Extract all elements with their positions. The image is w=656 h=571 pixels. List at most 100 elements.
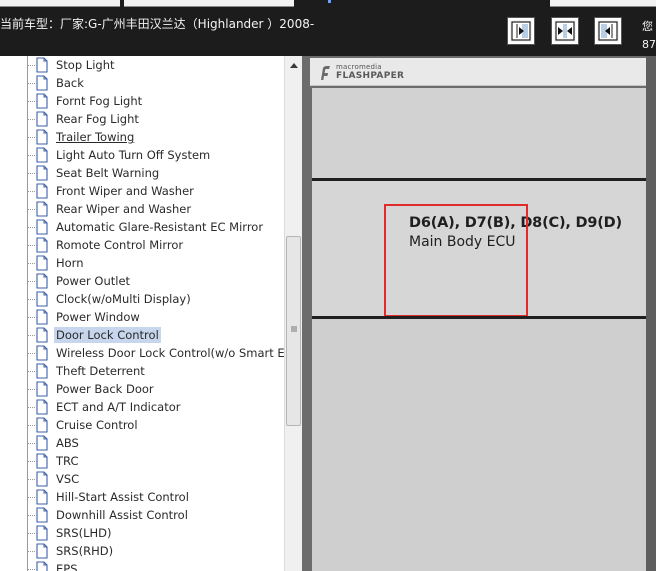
tree-connector — [24, 524, 35, 542]
tree-item-label: Light Auto Turn Off System — [56, 148, 211, 162]
tree-connector — [24, 560, 35, 571]
tree-item-label: ECT and A/T Indicator — [56, 400, 181, 414]
top-tab-2[interactable] — [124, 0, 294, 7]
top-tab-1[interactable] — [0, 0, 120, 7]
tree-item-label: Stop Light — [56, 58, 115, 72]
tree-connector — [24, 308, 35, 326]
tree-connector — [24, 182, 35, 200]
tree-item[interactable]: Romote Control Mirror — [0, 236, 284, 254]
top-tab-3[interactable] — [550, 0, 656, 7]
fit-page-button[interactable] — [551, 17, 579, 45]
tree-item[interactable]: Light Auto Turn Off System — [0, 146, 284, 164]
tree-item[interactable]: SRS(RHD) — [0, 542, 284, 560]
tree-connector — [24, 542, 35, 560]
tree-item[interactable]: Downhill Assist Control — [0, 506, 284, 524]
tree-item-label: Front Wiper and Washer — [56, 184, 194, 198]
tree-item[interactable]: ABS — [0, 434, 284, 452]
tree-item[interactable]: Cruise Control — [0, 416, 284, 434]
tree-item[interactable]: Wireless Door Lock Control(w/o Smart E — [0, 344, 284, 362]
tree-connector — [24, 92, 35, 110]
tree-item[interactable]: Theft Deterrent — [0, 362, 284, 380]
tree-item[interactable]: Rear Wiper and Washer — [0, 200, 284, 218]
tiny-marker — [328, 0, 331, 3]
document-icon — [36, 147, 48, 163]
tree-connector — [24, 470, 35, 488]
tree-item[interactable]: Clock(w/oMulti Display) — [0, 290, 284, 308]
document-icon — [36, 471, 48, 487]
document-icon — [36, 543, 48, 559]
document-icon — [36, 183, 48, 199]
document-icon — [36, 525, 48, 541]
logo-big-text: FLASHPAPER — [336, 71, 405, 81]
tree-item-label: Seat Belt Warning — [56, 166, 160, 180]
tree-connector — [24, 254, 35, 272]
viewer-edge — [646, 56, 656, 571]
tree-connector — [24, 362, 35, 380]
tree-connector — [24, 290, 35, 308]
tree-item[interactable]: Automatic Glare-Resistant EC Mirror — [0, 218, 284, 236]
tree-list: Stop Light Back Fornt Fog Light Rear Fog Li… — [0, 56, 284, 571]
tree-connector — [24, 452, 35, 470]
tree-item[interactable]: Stop Light — [0, 56, 284, 74]
tree-item-label: Trailer Towing — [56, 130, 135, 144]
document-icon — [36, 111, 48, 127]
document-icon — [36, 237, 48, 253]
document-icon — [36, 291, 48, 307]
tree-item-label: Power Window — [56, 310, 140, 324]
tree-connector — [24, 398, 35, 416]
tree-item-label: Rear Fog Light — [56, 112, 139, 126]
logo-small-text: macromedia — [336, 63, 382, 71]
scroll-thumb[interactable] — [286, 236, 301, 426]
tree-item[interactable]: Power Outlet — [0, 272, 284, 290]
tree-connector — [24, 200, 35, 218]
tree-item[interactable]: Trailer Towing — [0, 128, 284, 146]
tree-connector — [24, 218, 35, 236]
next-page-button[interactable] — [594, 17, 622, 45]
document-icon — [36, 507, 48, 523]
tree-item[interactable]: Front Wiper and Washer — [0, 182, 284, 200]
tree-item[interactable]: Hill-Start Assist Control — [0, 488, 284, 506]
tree-item[interactable]: Seat Belt Warning — [0, 164, 284, 182]
prev-page-button[interactable] — [507, 17, 535, 45]
tree-item[interactable]: Door Lock Control — [0, 326, 284, 344]
highlight-box — [384, 204, 528, 317]
arrows-inward-icon — [555, 21, 575, 41]
tree-item-label: ABS — [56, 436, 79, 450]
tree-connector — [24, 434, 35, 452]
tree-item[interactable]: Power Window — [0, 308, 284, 326]
tree-item[interactable]: Rear Fog Light — [0, 110, 284, 128]
document-icon — [36, 273, 48, 289]
tree-item-label: VSC — [56, 472, 80, 486]
tree-connector — [24, 326, 35, 344]
tree-connector — [24, 146, 35, 164]
right-text-line-2: 87 — [642, 38, 656, 51]
tree-connector — [24, 344, 35, 362]
tree-item[interactable]: VSC — [0, 470, 284, 488]
tree-item[interactable]: Power Back Door — [0, 380, 284, 398]
document-icon — [36, 129, 48, 145]
tree-connector — [24, 506, 35, 524]
tree-panel: Stop Light Back Fornt Fog Light Rear Fog Li… — [0, 56, 302, 571]
tree-connector — [24, 416, 35, 434]
tree-connector — [24, 488, 35, 506]
tree-item[interactable]: TRC — [0, 452, 284, 470]
top-header: 当前车型：厂家:G-广州丰田汉兰达（Highlander ）2008- 您 87 — [0, 0, 656, 56]
tree-item[interactable]: SRS(LHD) — [0, 524, 284, 542]
tree-item[interactable]: EPS — [0, 560, 284, 571]
document-icon — [36, 561, 48, 571]
document-page[interactable]: D6(A), D7(B), D8(C), D9(D) Main Body ECU — [312, 88, 656, 571]
document-icon — [36, 165, 48, 181]
document-icon — [36, 57, 48, 73]
tree-scrollbar[interactable] — [284, 56, 302, 571]
grip-icon — [291, 326, 297, 332]
tree-item[interactable]: Back — [0, 74, 284, 92]
tree-item[interactable]: Fornt Fog Light — [0, 92, 284, 110]
arrow-right-boxed-icon — [511, 21, 531, 41]
tree-item[interactable]: ECT and A/T Indicator — [0, 398, 284, 416]
scroll-up-button[interactable] — [286, 57, 302, 75]
tree-item-label: TRC — [56, 454, 79, 468]
tree-item[interactable]: Horn — [0, 254, 284, 272]
document-viewer: macromedia FLASHPAPER D6(A), D7(B), D8(C… — [302, 56, 656, 571]
tree-connector — [24, 272, 35, 290]
tree-connector — [24, 380, 35, 398]
